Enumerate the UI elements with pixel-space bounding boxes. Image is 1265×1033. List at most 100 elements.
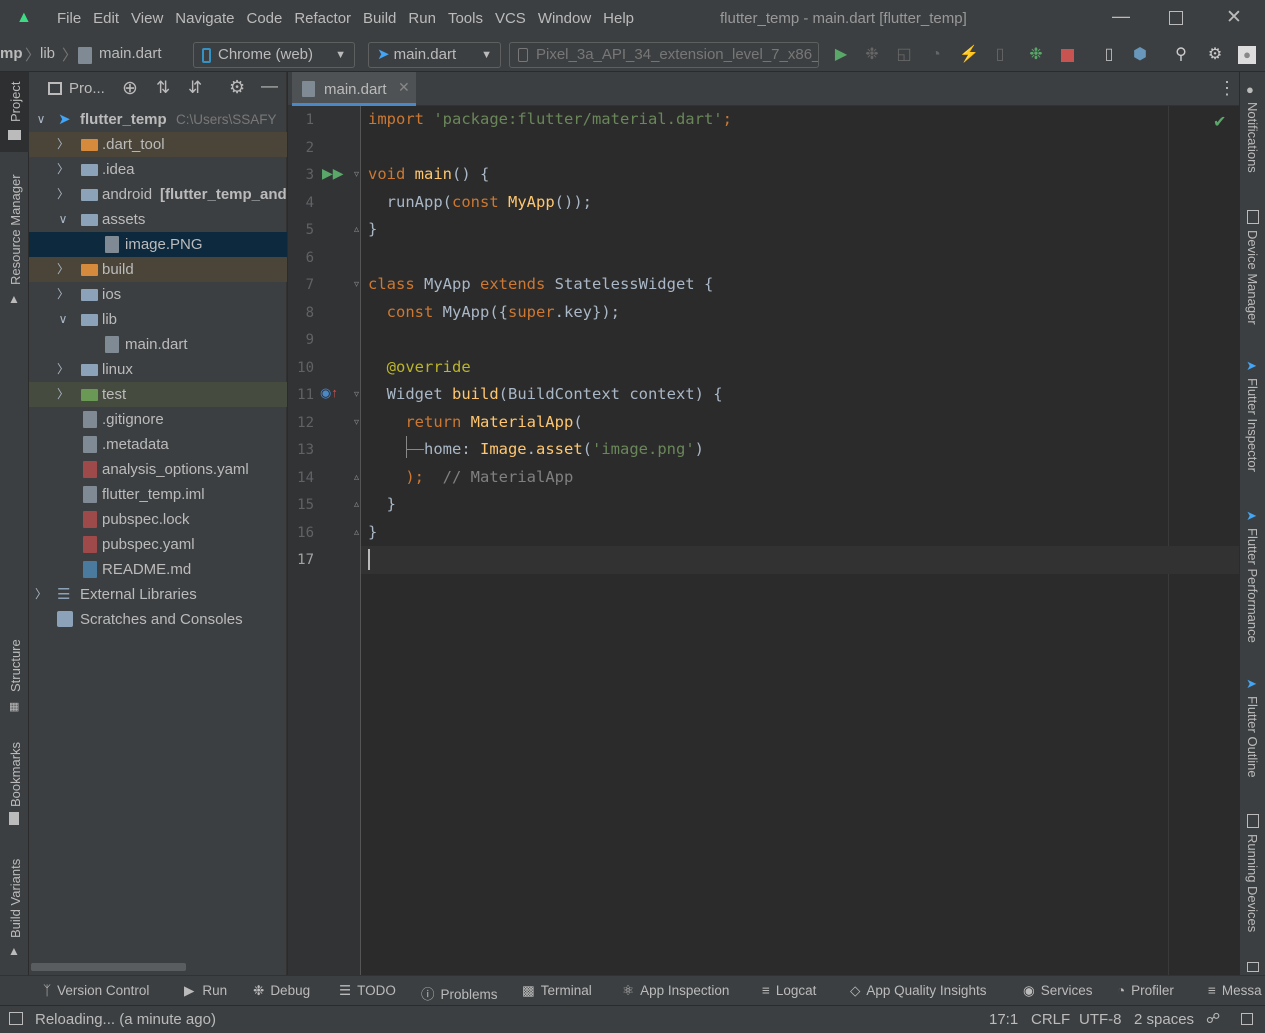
- profile-icon[interactable]: ◔: [927, 46, 945, 64]
- tree-item-iml[interactable]: flutter_temp.iml: [29, 482, 287, 507]
- tool-tab-flutter-performance[interactable]: Flutter Performance: [1245, 528, 1260, 643]
- tool-tab-project[interactable]: Project: [8, 82, 23, 122]
- expand-arrow-icon[interactable]: 〉: [57, 382, 69, 407]
- tab-run[interactable]: ▶ Run: [184, 983, 227, 999]
- locate-file-icon[interactable]: ⊕: [122, 77, 138, 100]
- menu-refactor[interactable]: Refactor: [294, 10, 351, 27]
- breadcrumb-file[interactable]: main.dart: [99, 45, 162, 62]
- stop-icon[interactable]: [1058, 46, 1076, 64]
- tab-version-control[interactable]: ᛉ Version Control: [43, 983, 149, 998]
- emulator-selector[interactable]: Pixel_3a_API_34_extension_level_7_x86_..…: [509, 42, 819, 68]
- tree-item-lib[interactable]: ∨ lib: [29, 307, 287, 332]
- toggle-tool-windows-icon[interactable]: [9, 1012, 23, 1025]
- close-tab-icon[interactable]: ✕: [398, 79, 410, 96]
- more-options-icon[interactable]: ⋮: [1218, 78, 1236, 99]
- tree-item-idea[interactable]: 〉 .idea: [29, 157, 287, 182]
- fold-marker-icon[interactable]: ▵: [354, 224, 359, 235]
- tab-profiler[interactable]: ◔ Profiler: [1117, 983, 1174, 998]
- tab-todo[interactable]: ☰ TODO: [339, 983, 396, 999]
- expand-arrow-icon[interactable]: 〉: [57, 157, 69, 182]
- menu-navigate[interactable]: Navigate: [175, 10, 234, 27]
- expand-arrow-icon[interactable]: 〉: [57, 282, 69, 307]
- tab-logcat[interactable]: ≡ Logcat: [762, 983, 816, 998]
- line-separator[interactable]: CRLF: [1031, 1011, 1070, 1028]
- panel-toggle-icon[interactable]: [1247, 962, 1259, 972]
- tool-tab-build-variants[interactable]: Build Variants: [8, 859, 23, 938]
- fold-marker-icon[interactable]: ▵: [354, 527, 359, 538]
- project-panel-title[interactable]: Pro...: [69, 80, 105, 97]
- tree-item-image-png[interactable]: image.PNG: [29, 232, 287, 257]
- tab-messages[interactable]: ≡ Messa: [1208, 983, 1262, 998]
- device-selector[interactable]: Chrome (web) ▼: [193, 42, 355, 68]
- fold-marker-icon[interactable]: ▵: [354, 499, 359, 510]
- tab-terminal[interactable]: ▩ Terminal: [522, 983, 592, 999]
- fold-marker-icon[interactable]: ▿: [354, 417, 359, 428]
- horizontal-scrollbar[interactable]: [31, 963, 186, 971]
- account-avatar-icon[interactable]: ●: [1238, 46, 1256, 64]
- tool-tab-bookmarks[interactable]: Bookmarks: [8, 742, 23, 807]
- editor-tab-main-dart[interactable]: main.dart ✕: [292, 72, 416, 106]
- expand-arrow-icon[interactable]: 〉: [35, 582, 47, 607]
- tree-item-main-dart[interactable]: main.dart: [29, 332, 287, 357]
- tool-tab-flutter-inspector[interactable]: Flutter Inspector: [1245, 378, 1260, 472]
- expand-arrow-icon[interactable]: 〉: [57, 182, 69, 207]
- search-icon[interactable]: ⚲: [1172, 46, 1190, 64]
- run-main-gutter-icon[interactable]: ▶▶: [322, 165, 344, 182]
- tab-problems[interactable]: ⓘ Problems: [421, 983, 498, 1003]
- caret-position[interactable]: 17:1: [989, 1011, 1018, 1028]
- menu-build[interactable]: Build: [363, 10, 396, 27]
- hide-panel-icon[interactable]: —: [261, 76, 278, 96]
- fold-marker-icon[interactable]: ▵: [354, 472, 359, 483]
- tree-item-analysis-options[interactable]: analysis_options.yaml: [29, 457, 287, 482]
- sdk-manager-icon[interactable]: ⬢: [1131, 46, 1149, 64]
- panel-options-gear-icon[interactable]: ⚙: [229, 77, 245, 98]
- tool-tab-notifications[interactable]: Notifications: [1245, 102, 1260, 173]
- tab-services[interactable]: ◉ Services: [1023, 983, 1093, 999]
- tool-tab-resource-manager[interactable]: Resource Manager: [8, 174, 23, 285]
- device-manager-icon[interactable]: ▯: [1100, 46, 1118, 64]
- tree-item-android[interactable]: 〉 android [flutter_temp_andr: [29, 182, 287, 207]
- breadcrumb-project[interactable]: mp: [0, 45, 23, 62]
- breadcrumb-lib[interactable]: lib: [40, 45, 55, 62]
- tab-debug[interactable]: ❉ Debug: [253, 983, 310, 999]
- no-problems-check-icon[interactable]: ✔: [1213, 112, 1226, 132]
- tree-item-pubspec-lock[interactable]: pubspec.lock: [29, 507, 287, 532]
- minimize-icon[interactable]: —: [1112, 6, 1130, 27]
- status-message[interactable]: Reloading... (a minute ago): [35, 1011, 216, 1028]
- menu-help[interactable]: Help: [603, 10, 634, 27]
- tree-item-readme[interactable]: README.md: [29, 557, 287, 582]
- tab-app-quality-insights[interactable]: ◇ App Quality Insights: [850, 983, 986, 999]
- tool-tab-structure[interactable]: Structure: [8, 639, 23, 692]
- tree-item-assets[interactable]: ∨ assets: [29, 207, 287, 232]
- tree-item-linux[interactable]: 〉 linux: [29, 357, 287, 382]
- fold-marker-icon[interactable]: ▿: [354, 279, 359, 290]
- tree-item-ios[interactable]: 〉 ios: [29, 282, 287, 307]
- menu-edit[interactable]: Edit: [93, 10, 119, 27]
- expand-arrow-icon[interactable]: 〉: [57, 257, 69, 282]
- hot-reload-icon[interactable]: ⚡: [959, 46, 979, 64]
- indent-setting[interactable]: 2 spaces: [1134, 1011, 1194, 1028]
- fold-marker-icon[interactable]: ▿: [354, 389, 359, 400]
- menu-window[interactable]: Window: [538, 10, 591, 27]
- code-editor[interactable]: 1 2 3 4 5 6 7 8 9 10 11 12 13 14 15 16 1…: [288, 106, 1239, 975]
- tab-app-inspection[interactable]: ⚛ App Inspection: [622, 983, 729, 999]
- coverage-icon[interactable]: ◱: [895, 46, 913, 64]
- tree-item-dart-tool[interactable]: 〉 .dart_tool: [29, 132, 287, 157]
- close-icon[interactable]: ✕: [1226, 6, 1242, 29]
- run-icon[interactable]: ▶: [832, 46, 850, 64]
- menu-code[interactable]: Code: [246, 10, 282, 27]
- attach-debugger-icon[interactable]: ❉: [1027, 46, 1045, 64]
- read-only-lock-icon[interactable]: ☍: [1206, 1010, 1220, 1027]
- expand-arrow-icon[interactable]: 〉: [57, 357, 69, 382]
- tree-item-gitignore[interactable]: .gitignore: [29, 407, 287, 432]
- menu-vcs[interactable]: VCS: [495, 10, 526, 27]
- tree-item-test[interactable]: 〉 test: [29, 382, 287, 407]
- tree-root[interactable]: ∨ ➤ flutter_temp C:\Users\SSAFY: [29, 107, 287, 132]
- tree-item-external-libraries[interactable]: 〉 ☰ External Libraries: [29, 582, 287, 607]
- menu-run[interactable]: Run: [408, 10, 436, 27]
- tool-tab-running-devices[interactable]: Running Devices: [1245, 834, 1260, 932]
- fold-marker-icon[interactable]: ▿: [354, 169, 359, 180]
- expand-arrow-icon[interactable]: 〉: [57, 132, 69, 157]
- tree-item-build[interactable]: 〉 build: [29, 257, 287, 282]
- tool-tab-flutter-outline[interactable]: Flutter Outline: [1245, 696, 1260, 778]
